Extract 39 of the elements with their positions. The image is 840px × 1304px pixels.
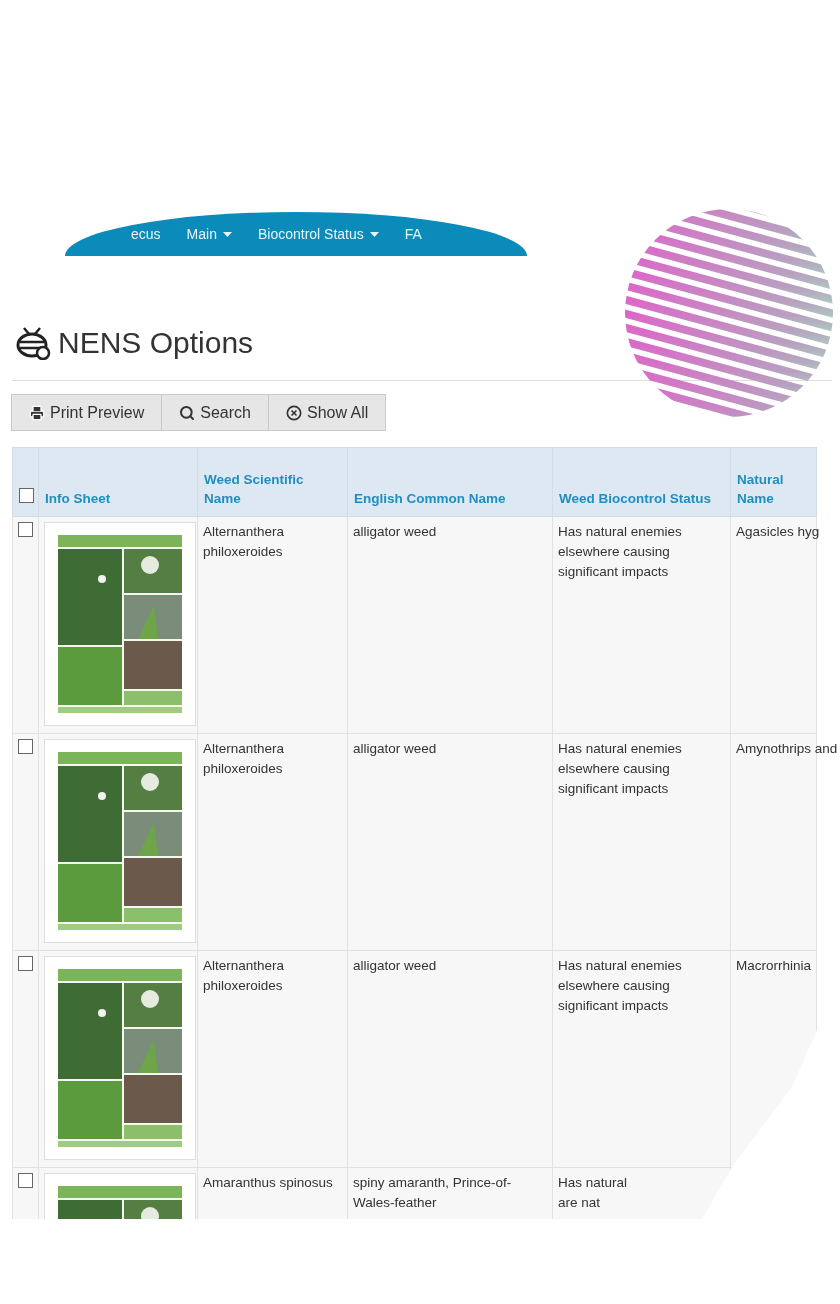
checkbox[interactable] xyxy=(18,1173,33,1188)
toolbar-button[interactable]: Search xyxy=(161,394,269,431)
table-cell: Amaranthus spinosus xyxy=(197,1167,348,1219)
nav-link[interactable]: FA xyxy=(404,226,422,242)
table-cell: Has natural enemies elsewhere causing significant impacts xyxy=(552,950,731,1168)
close-circle-icon xyxy=(285,404,302,421)
column-header[interactable]: Weed Scientific Name xyxy=(197,447,348,517)
info-sheet-thumbnail[interactable] xyxy=(44,522,196,726)
table-cell: alligator weed xyxy=(347,733,553,951)
table-cell: Has natural are nat xyxy=(552,1167,731,1219)
table-cell: Agasicles hyg xyxy=(736,524,820,539)
table-cell: Alternanthera philoxeroides xyxy=(197,733,348,951)
nav-link[interactable]: Main xyxy=(186,226,232,242)
checkbox[interactable] xyxy=(18,522,33,537)
table-cell: Has natural enemies elsewhere causing significant impacts xyxy=(552,733,731,951)
table-cell: Alternanthera philoxeroides xyxy=(197,516,348,734)
checkbox[interactable] xyxy=(19,488,34,503)
nav-link[interactable]: Biocontrol Status xyxy=(257,226,379,242)
info-sheet-thumbnail[interactable] xyxy=(44,956,196,1160)
checkbox[interactable] xyxy=(18,956,33,971)
column-header[interactable]: English Common Name xyxy=(347,447,553,517)
table-cell: alligator weed xyxy=(347,516,553,734)
search-icon xyxy=(179,404,196,421)
nav-link[interactable]: ecus xyxy=(131,226,161,242)
page-title: NENS Options xyxy=(58,326,254,360)
table-cell: alligator weed xyxy=(347,950,553,1168)
column-header[interactable]: Weed Biocontrol Status xyxy=(552,447,731,517)
table-cell: Has natural enemies elsewhere causing significant impacts xyxy=(552,516,731,734)
column-header[interactable]: Natural Name xyxy=(730,447,817,517)
column-header[interactable]: Info Sheet xyxy=(38,447,198,517)
table-cell: spiny amaranth, Prince-of-Wales-feather xyxy=(347,1167,553,1219)
info-sheet-thumbnail[interactable] xyxy=(44,739,196,943)
toolbar-button[interactable]: Print Preview xyxy=(11,394,163,431)
table-cell: Macrorrhinia xyxy=(736,958,812,973)
table-cell: Alternanthera philoxeroides xyxy=(197,950,348,1168)
checkbox[interactable] xyxy=(18,739,33,754)
table-cell: Amynothrips and xyxy=(736,741,838,756)
toolbar-button[interactable]: Show All xyxy=(267,394,387,431)
printer-icon xyxy=(29,404,45,421)
